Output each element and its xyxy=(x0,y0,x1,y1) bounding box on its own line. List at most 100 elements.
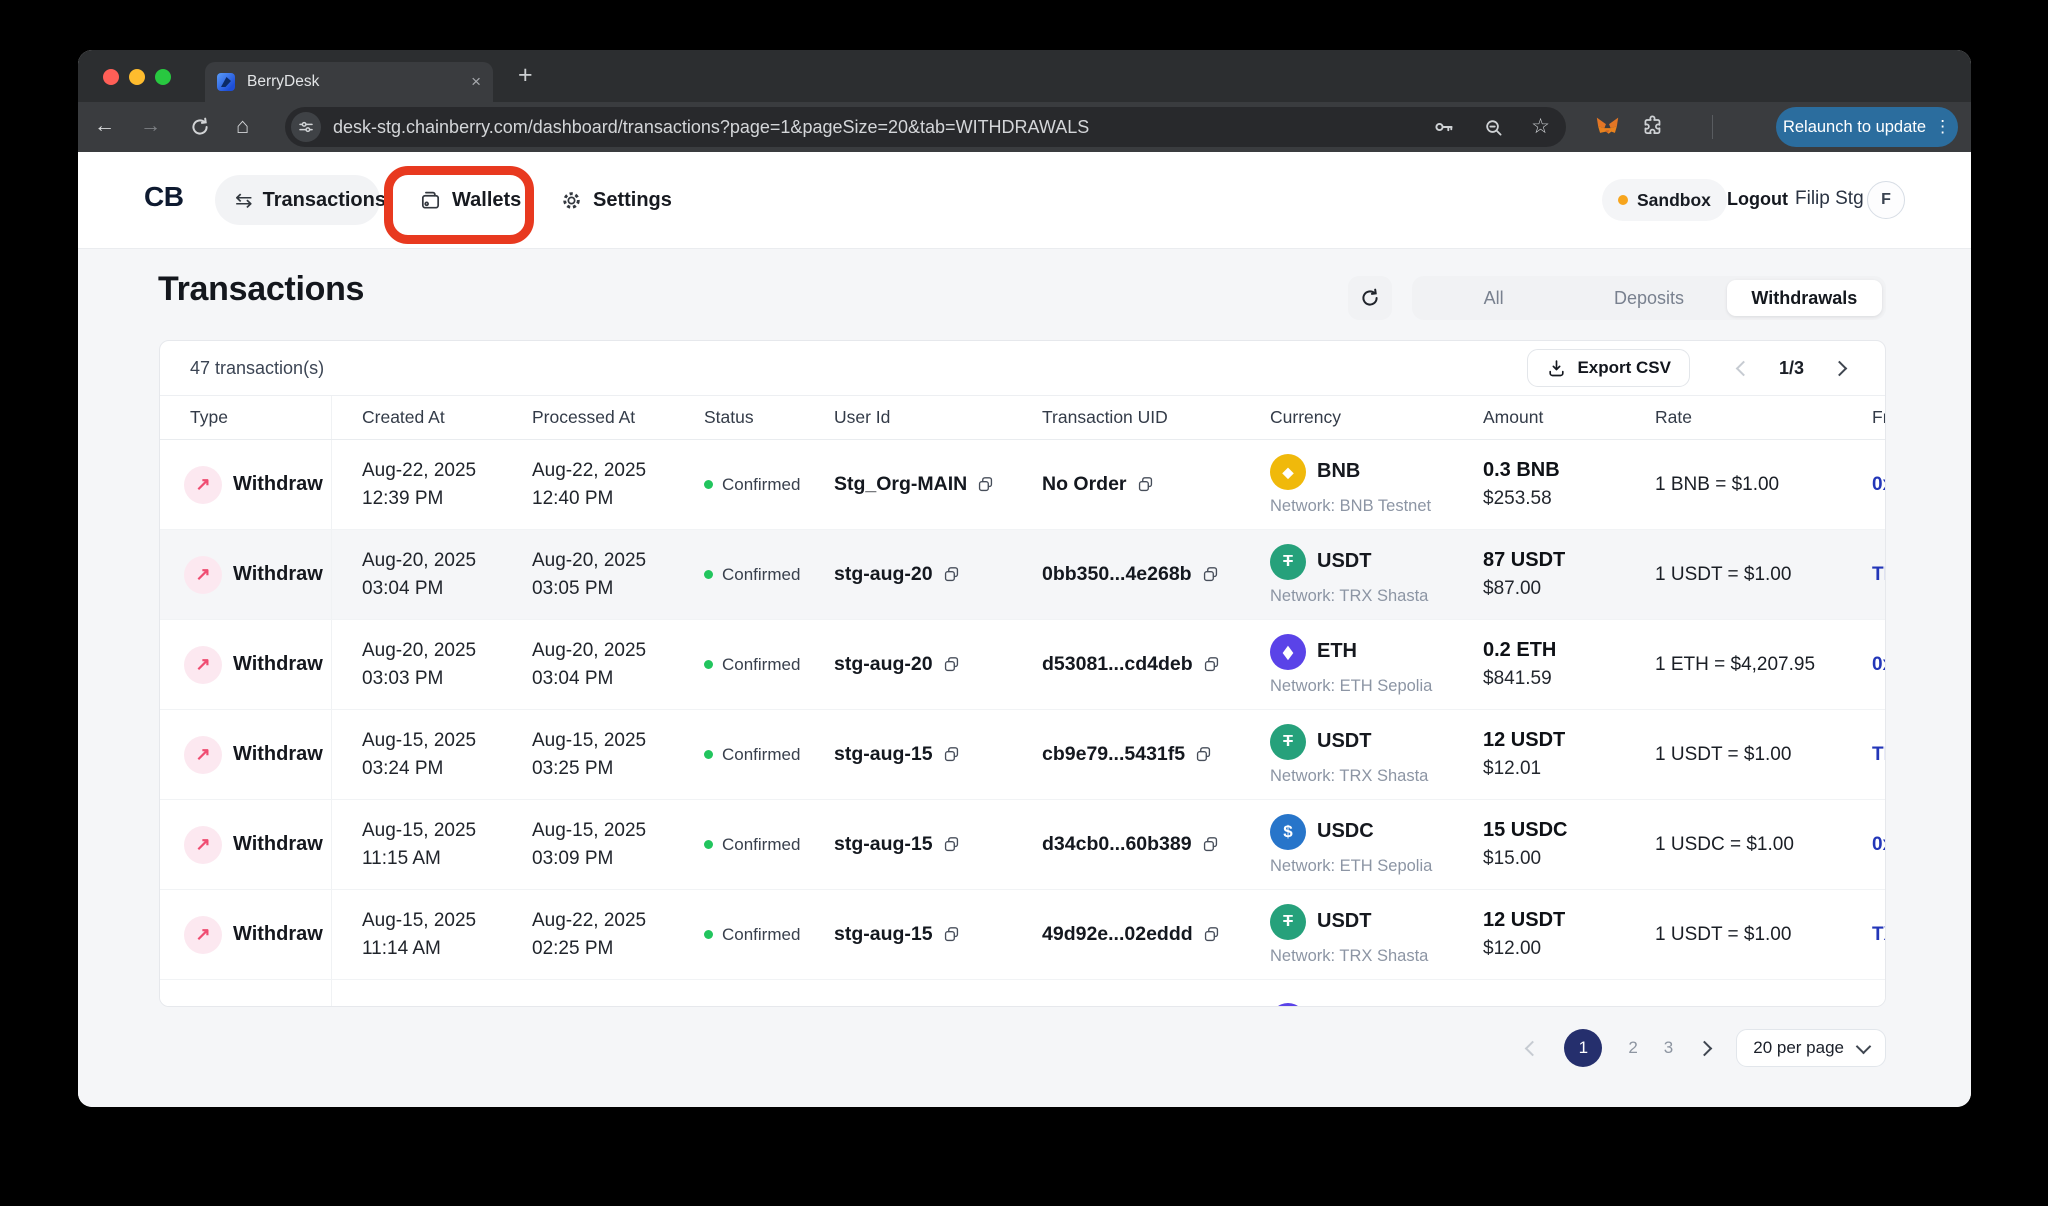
next-page-icon[interactable] xyxy=(1832,360,1848,376)
withdraw-arrow-icon: ↗ xyxy=(184,1006,222,1008)
new-tab-button[interactable]: + xyxy=(518,61,533,90)
nav-transactions[interactable]: ⇆ Transactions xyxy=(215,175,380,225)
refresh-button[interactable] xyxy=(1348,276,1392,320)
browser-menu-kebab-icon[interactable]: ⋮ xyxy=(1934,117,1951,137)
from-address-link[interactable]: 0x xyxy=(1842,620,1886,709)
table-row[interactable]: ↗Withdraw Aug-20, 202503:04 PM Aug-20, 2… xyxy=(160,530,1885,620)
tab-close-icon[interactable]: × xyxy=(471,72,481,92)
zoom-out-icon[interactable] xyxy=(1482,116,1505,139)
cb-logo[interactable]: CB xyxy=(144,181,183,213)
status-dot-icon xyxy=(704,930,713,939)
table-row[interactable]: ↗Withdraw Aug-15, 202511:15 AM Aug-15, 2… xyxy=(160,800,1885,890)
status-badge: Confirmed xyxy=(674,530,804,619)
usdc-icon: $ xyxy=(1270,814,1306,850)
page-button-3[interactable]: 3 xyxy=(1664,1038,1673,1058)
back-icon[interactable]: ← xyxy=(94,112,115,140)
user-name: Filip Stg xyxy=(1795,188,1864,210)
status-dot-icon xyxy=(704,660,713,669)
maximize-window-button[interactable] xyxy=(155,69,171,85)
app-header: CB ⇆ Transactions Wallets xyxy=(78,152,1971,249)
status-dot-icon xyxy=(704,570,713,579)
eth-icon: ◆ xyxy=(1270,1003,1306,1007)
browser-profile-avatar[interactable] xyxy=(1725,109,1761,145)
forward-icon[interactable]: → xyxy=(140,112,161,140)
browser-tab-strip: BerryDesk × + xyxy=(78,50,1971,102)
tab-title: BerryDesk xyxy=(247,73,463,91)
environment-badge: Sandbox xyxy=(1602,179,1727,221)
tab-withdrawals[interactable]: Withdrawals xyxy=(1727,280,1882,316)
nav-settings[interactable]: Settings xyxy=(540,175,692,225)
berrydesk-favicon-icon xyxy=(217,73,235,91)
bnb-icon: ◆ xyxy=(1270,454,1306,490)
transactions-table-card: 47 transaction(s) Export CSV 1/3 xyxy=(159,340,1886,1007)
export-csv-button[interactable]: Export CSV xyxy=(1527,349,1690,387)
copy-icon[interactable] xyxy=(942,835,961,854)
copy-icon[interactable] xyxy=(1202,655,1221,674)
table-row[interactable]: ↗Withdraw Aug-15, 202511:14 AM Aug-22, 2… xyxy=(160,890,1885,980)
table-row[interactable]: ↗Withdraw Aug-22, 202512:39 PM Aug-22, 2… xyxy=(160,440,1885,530)
status-badge: Confirmed xyxy=(674,440,804,529)
browser-tab[interactable]: BerryDesk × xyxy=(205,62,493,102)
page-button-1[interactable]: 1 xyxy=(1564,1029,1602,1067)
copy-icon[interactable] xyxy=(942,655,961,674)
from-address-link[interactable]: 0x xyxy=(1842,440,1886,529)
from-address-link[interactable]: TP xyxy=(1842,710,1886,799)
table-row[interactable]: ↗Withdraw Aug-15, 202503:24 PM Aug-15, 2… xyxy=(160,710,1885,800)
copy-icon[interactable] xyxy=(1202,925,1221,944)
address-bar[interactable]: desk-stg.chainberry.com/dashboard/transa… xyxy=(285,107,1566,147)
nav-wallets[interactable]: Wallets xyxy=(399,175,541,225)
pagination-prev-icon[interactable] xyxy=(1525,1040,1541,1056)
copy-icon[interactable] xyxy=(976,475,995,494)
bookmark-star-icon[interactable]: ☆ xyxy=(1531,117,1550,137)
gear-icon xyxy=(560,189,583,212)
from-address-link[interactable]: TX xyxy=(1842,890,1886,979)
table-row-partial[interactable]: ↗ Aug-15, 2025 Aug-20, 2025 ◆ETH 0.35501… xyxy=(160,980,1885,1007)
berrydesk-app: CB ⇆ Transactions Wallets xyxy=(78,152,1971,1107)
site-info-icon[interactable] xyxy=(291,112,321,142)
copy-icon[interactable] xyxy=(942,745,961,764)
page-title: Transactions xyxy=(158,270,364,309)
prev-page-icon[interactable] xyxy=(1736,360,1752,376)
pagination-bar: 1 2 3 20 per page xyxy=(1527,1028,1886,1068)
wallet-icon xyxy=(419,189,442,212)
desktop-background: BerryDesk × + ← → ⌂ desk-stg.chainberry. xyxy=(0,0,2048,1206)
page-button-2[interactable]: 2 xyxy=(1628,1038,1637,1058)
status-badge: Confirmed xyxy=(674,890,804,979)
user-avatar[interactable]: F xyxy=(1867,181,1905,219)
relaunch-to-update-button[interactable]: Relaunch to update ⋮ xyxy=(1776,107,1958,147)
withdraw-arrow-icon: ↗ xyxy=(184,736,222,774)
table-column-headers: Type Created At Processed At Status User… xyxy=(160,396,1885,440)
swap-arrows-icon: ⇆ xyxy=(235,188,253,213)
url-text[interactable]: desk-stg.chainberry.com/dashboard/transa… xyxy=(333,117,1420,138)
copy-icon[interactable] xyxy=(1194,745,1213,764)
status-dot-icon xyxy=(704,750,713,759)
extensions-puzzle-icon[interactable] xyxy=(1640,114,1666,140)
browser-window: BerryDesk × + ← → ⌂ desk-stg.chainberry. xyxy=(78,50,1971,1107)
tab-all[interactable]: All xyxy=(1416,280,1571,316)
minimize-window-button[interactable] xyxy=(129,69,145,85)
usdt-icon: T xyxy=(1270,904,1306,940)
home-icon[interactable]: ⌂ xyxy=(236,112,249,140)
transactions-filter-tabs: All Deposits Withdrawals xyxy=(1412,276,1886,320)
pagination-next-icon[interactable] xyxy=(1697,1040,1713,1056)
copy-icon[interactable] xyxy=(1201,565,1220,584)
copy-icon[interactable] xyxy=(1201,835,1220,854)
status-badge: Confirmed xyxy=(674,620,804,709)
from-address-link[interactable]: 0x xyxy=(1842,800,1886,889)
table-header-bar: 47 transaction(s) Export CSV 1/3 xyxy=(160,341,1885,396)
metamask-icon[interactable] xyxy=(1594,114,1621,141)
reload-icon[interactable] xyxy=(188,115,212,139)
sandbox-dot-icon xyxy=(1618,195,1628,205)
close-window-button[interactable] xyxy=(103,69,119,85)
copy-icon[interactable] xyxy=(942,925,961,944)
withdraw-arrow-icon: ↗ xyxy=(184,916,222,954)
passwords-key-icon[interactable] xyxy=(1432,115,1456,139)
from-address-link[interactable]: TP xyxy=(1842,530,1886,619)
table-row[interactable]: ↗Withdraw Aug-20, 202503:03 PM Aug-20, 2… xyxy=(160,620,1885,710)
per-page-select[interactable]: 20 per page xyxy=(1736,1029,1886,1067)
copy-icon[interactable] xyxy=(1136,475,1155,494)
tab-deposits[interactable]: Deposits xyxy=(1571,280,1726,316)
logout-button[interactable]: Logout xyxy=(1727,189,1788,210)
status-badge: Confirmed xyxy=(674,710,804,799)
copy-icon[interactable] xyxy=(942,565,961,584)
